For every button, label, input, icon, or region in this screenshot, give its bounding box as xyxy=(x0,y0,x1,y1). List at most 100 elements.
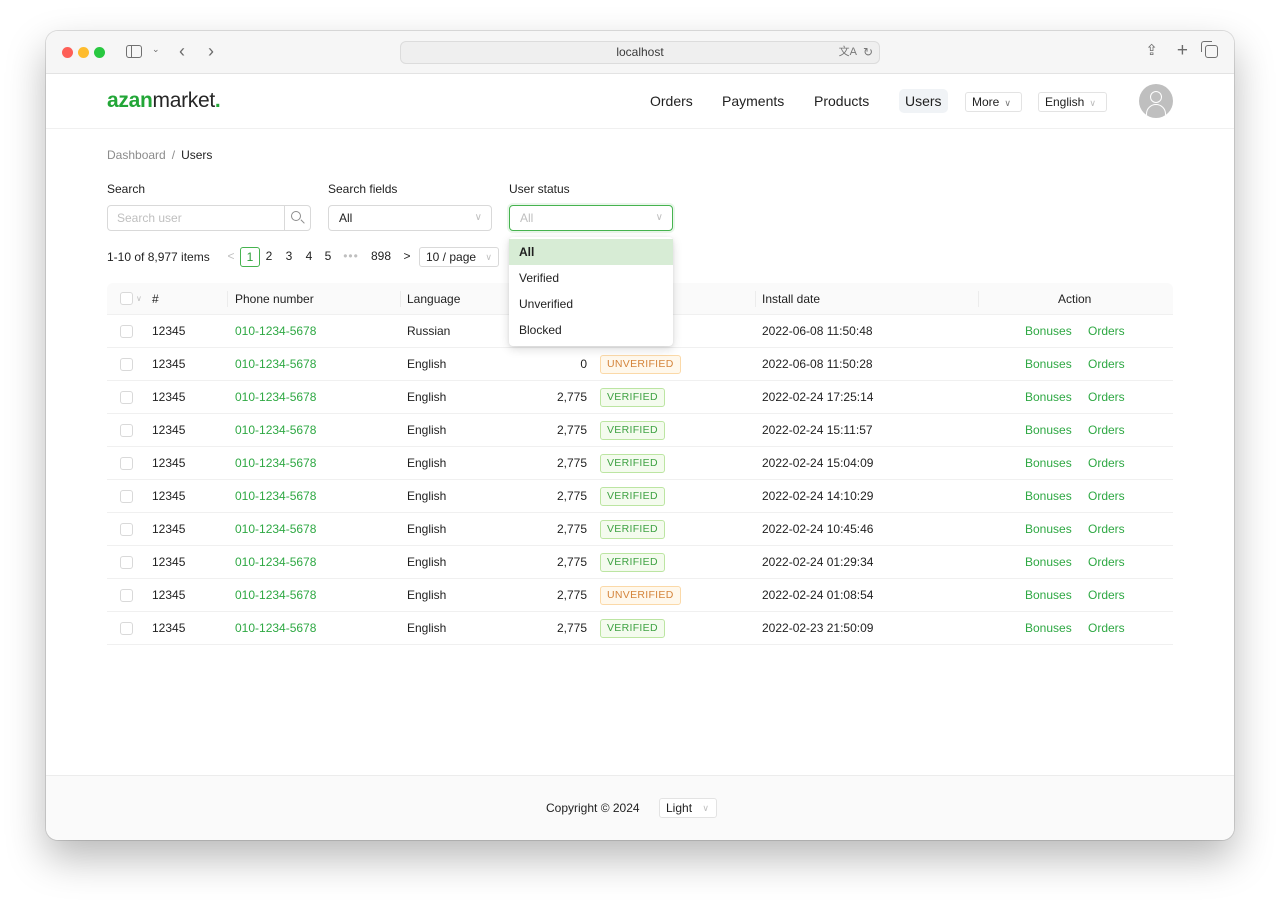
theme-select[interactable]: Light ∨ xyxy=(659,798,717,818)
cell-bonus: 2,775 xyxy=(556,390,587,404)
cell-install-date: 2022-02-24 01:08:54 xyxy=(762,588,874,602)
cell-phone-link[interactable]: 010-1234-5678 xyxy=(235,546,316,578)
chevron-down-icon: ∨ xyxy=(485,252,492,262)
cell-phone-link[interactable]: 010-1234-5678 xyxy=(235,579,316,611)
pagination-jump-next[interactable]: ••• xyxy=(341,247,361,267)
row-checkbox[interactable] xyxy=(120,622,133,635)
status-option-unverified[interactable]: Unverified xyxy=(509,291,673,317)
cell-bonus: 2,775 xyxy=(556,489,587,503)
orders-link[interactable]: Orders xyxy=(1088,414,1125,446)
bonuses-link[interactable]: Bonuses xyxy=(1025,513,1072,545)
tabs-overview-icon[interactable] xyxy=(1201,41,1218,58)
row-checkbox[interactable] xyxy=(120,556,133,569)
bonuses-link[interactable]: Bonuses xyxy=(1025,546,1072,578)
table-row: 12345 010-1234-5678 English 0 UNVERIFIED 2022… xyxy=(107,348,1173,381)
column-divider xyxy=(755,291,756,307)
page-size-select[interactable]: 10 / page ∨ xyxy=(419,247,499,267)
orders-link[interactable]: Orders xyxy=(1088,480,1125,512)
pagination-prev[interactable]: < xyxy=(225,247,237,267)
breadcrumb-dashboard[interactable]: Dashboard xyxy=(107,148,166,162)
pagination-page-5[interactable]: 5 xyxy=(321,247,335,267)
forward-icon[interactable]: › xyxy=(208,42,214,60)
logo[interactable]: azanmarket. xyxy=(107,89,221,113)
row-checkbox[interactable] xyxy=(120,391,133,404)
search-input[interactable] xyxy=(117,206,277,230)
cell-phone-link[interactable]: 010-1234-5678 xyxy=(235,447,316,479)
cell-phone-link[interactable]: 010-1234-5678 xyxy=(235,348,316,380)
bonuses-link[interactable]: Bonuses xyxy=(1025,480,1072,512)
translate-icon[interactable]: 文A xyxy=(839,42,857,63)
column-phone: Phone number xyxy=(235,292,314,306)
pagination-page-2[interactable]: 2 xyxy=(262,247,276,267)
user-status-value: All xyxy=(520,211,534,225)
row-checkbox[interactable] xyxy=(120,325,133,338)
table-row: 12345 010-1234-5678 English 2,775 VERIFIED 20… xyxy=(107,612,1173,645)
table-row: 12345 010-1234-5678 English 2,775 UNVERIFIED… xyxy=(107,579,1173,612)
pagination-next[interactable]: > xyxy=(401,247,413,267)
orders-link[interactable]: Orders xyxy=(1088,579,1125,611)
cell-phone-link[interactable]: 010-1234-5678 xyxy=(235,612,316,644)
chevron-down-icon[interactable]: ⌄ xyxy=(152,45,160,54)
select-all-checkbox[interactable] xyxy=(120,292,133,305)
language-label: English xyxy=(1045,95,1085,109)
cell-phone-link[interactable]: 010-1234-5678 xyxy=(235,414,316,446)
row-checkbox[interactable] xyxy=(120,457,133,470)
search-fields-select[interactable]: All ∨ xyxy=(328,205,492,231)
cell-phone-link[interactable]: 010-1234-5678 xyxy=(235,315,316,347)
nav-payments[interactable]: Payments xyxy=(722,89,784,113)
bonuses-link[interactable]: Bonuses xyxy=(1025,381,1072,413)
sidebar-icon[interactable] xyxy=(126,45,142,58)
pagination-page-4[interactable]: 4 xyxy=(302,247,316,267)
column-action: Action xyxy=(1058,292,1092,306)
back-icon[interactable]: ‹ xyxy=(179,42,185,60)
reload-icon[interactable]: ↻ xyxy=(863,42,873,63)
pagination-page-1[interactable]: 1 xyxy=(240,247,260,267)
orders-link[interactable]: Orders xyxy=(1088,447,1125,479)
orders-link[interactable]: Orders xyxy=(1088,381,1125,413)
bonuses-link[interactable]: Bonuses xyxy=(1025,579,1072,611)
minimize-window-button[interactable] xyxy=(78,47,89,58)
orders-link[interactable]: Orders xyxy=(1088,546,1125,578)
status-option-blocked[interactable]: Blocked xyxy=(509,317,673,343)
orders-link[interactable]: Orders xyxy=(1088,348,1125,380)
cell-phone-link[interactable]: 010-1234-5678 xyxy=(235,513,316,545)
cell-phone-link[interactable]: 010-1234-5678 xyxy=(235,480,316,512)
user-status-select[interactable]: All ∨ xyxy=(509,205,673,231)
footer: Copyright © 2024 Light ∨ xyxy=(46,775,1234,840)
pagination-page-3[interactable]: 3 xyxy=(282,247,296,267)
row-checkbox[interactable] xyxy=(120,589,133,602)
cell-id: 12345 xyxy=(152,390,186,404)
bonuses-link[interactable]: Bonuses xyxy=(1025,612,1072,644)
row-checkbox[interactable] xyxy=(120,358,133,371)
bonuses-link[interactable]: Bonuses xyxy=(1025,414,1072,446)
nav-users[interactable]: Users xyxy=(899,89,948,113)
orders-link[interactable]: Orders xyxy=(1088,612,1125,644)
language-select[interactable]: English ∨ xyxy=(1038,92,1107,112)
cell-language: Russian xyxy=(407,324,451,338)
status-option-all[interactable]: All xyxy=(509,239,673,265)
row-checkbox[interactable] xyxy=(120,490,133,503)
bonuses-link[interactable]: Bonuses xyxy=(1025,315,1072,347)
status-option-verified[interactable]: Verified xyxy=(509,265,673,291)
search-button[interactable] xyxy=(284,206,310,230)
bonuses-link[interactable]: Bonuses xyxy=(1025,447,1072,479)
close-window-button[interactable] xyxy=(62,47,73,58)
avatar[interactable] xyxy=(1139,84,1173,118)
bonuses-link[interactable]: Bonuses xyxy=(1025,348,1072,380)
nav-products[interactable]: Products xyxy=(814,89,869,113)
row-checkbox[interactable] xyxy=(120,523,133,536)
share-icon[interactable]: ⇪ xyxy=(1145,43,1158,58)
chevron-down-icon[interactable]: ∨ xyxy=(136,283,142,315)
nav-orders[interactable]: Orders xyxy=(650,89,693,113)
new-tab-icon[interactable]: + xyxy=(1177,41,1188,60)
status-badge: UNVERIFIED xyxy=(600,586,681,605)
orders-link[interactable]: Orders xyxy=(1088,315,1125,347)
row-checkbox[interactable] xyxy=(120,424,133,437)
cell-phone-link[interactable]: 010-1234-5678 xyxy=(235,381,316,413)
pagination-page-last[interactable]: 898 xyxy=(367,247,395,267)
address-bar[interactable]: localhost 文A ↻ xyxy=(400,41,880,64)
zoom-window-button[interactable] xyxy=(94,47,105,58)
more-menu[interactable]: More ∨ xyxy=(965,92,1022,112)
app-header: azanmarket. Orders Payments Products Use… xyxy=(46,74,1234,129)
orders-link[interactable]: Orders xyxy=(1088,513,1125,545)
